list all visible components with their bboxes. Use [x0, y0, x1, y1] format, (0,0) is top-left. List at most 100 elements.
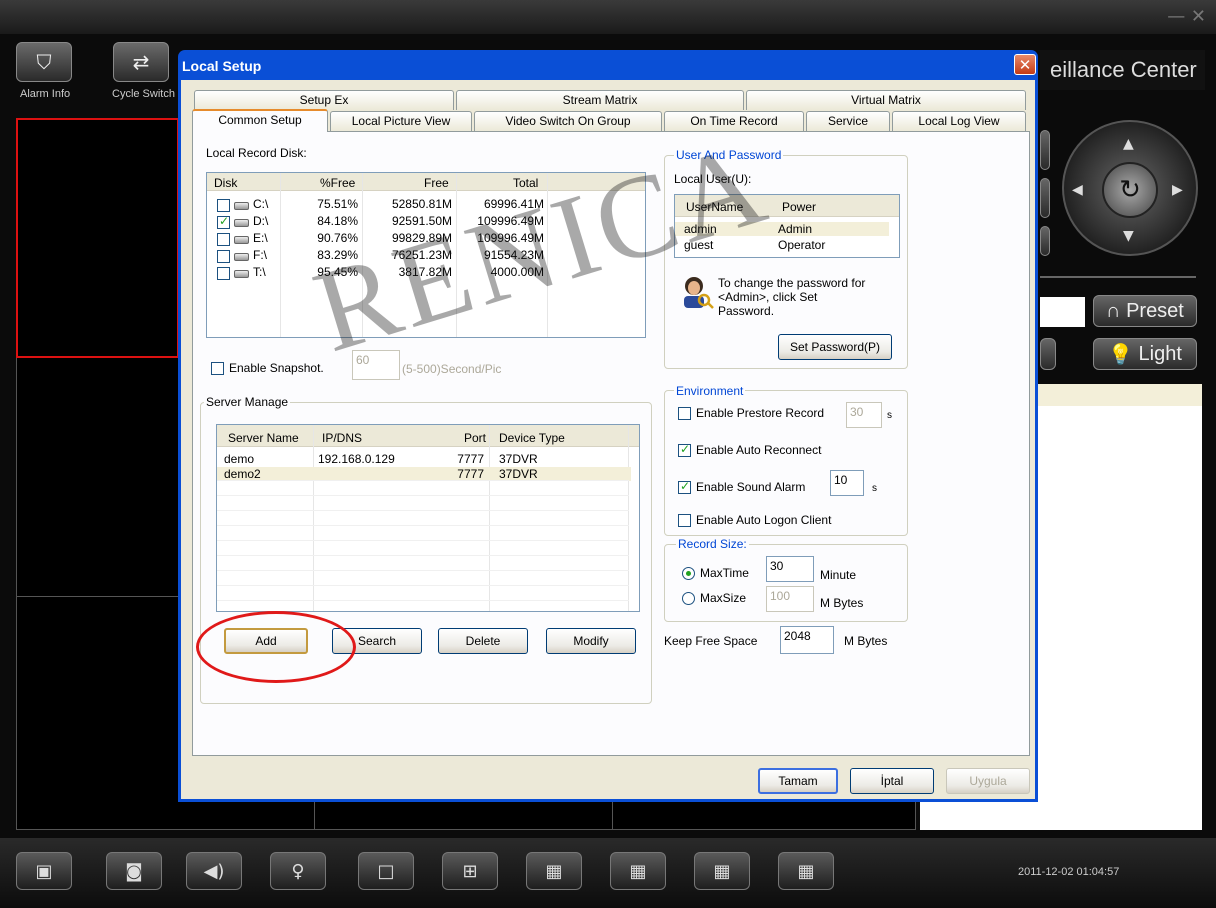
col-server-name[interactable]: Server Name [228, 431, 299, 445]
disk-disk-cell[interactable]: C:\ [253, 197, 268, 211]
disk-disk-cell[interactable]: D:\ [253, 214, 268, 228]
disk-checkbox[interactable] [217, 250, 230, 263]
bulb-icon: 💡 [1108, 343, 1133, 366]
layout-25-icon[interactable]: ▦ [694, 852, 750, 890]
preset-input[interactable] [1040, 297, 1085, 327]
keep-free-input[interactable]: 2048 [780, 626, 834, 654]
sound-alarm-seconds-input[interactable]: 10 [830, 470, 864, 496]
set-password-button[interactable]: Set Password(P) [778, 334, 892, 360]
prestore-unit: s [887, 410, 892, 421]
layout-36-icon[interactable]: ▦ [778, 852, 834, 890]
layout-4-icon[interactable]: ⊞ [442, 852, 498, 890]
ptz-side-button[interactable] [1040, 130, 1050, 170]
local-record-disk-label: Local Record Disk: [206, 146, 307, 160]
camera-icon[interactable]: ◙ [106, 852, 162, 890]
tab-video-switch-on-group[interactable]: Video Switch On Group [474, 111, 662, 131]
maxsize-input[interactable]: 100 [766, 586, 814, 612]
server-name-cell[interactable]: demo2 [224, 467, 261, 481]
tab-local-picture-view[interactable]: Local Picture View [330, 111, 472, 131]
ptz-side-button[interactable] [1040, 178, 1050, 218]
user-power-cell[interactable]: Admin [778, 222, 812, 236]
refresh-icon[interactable]: ↻ [1102, 162, 1158, 218]
drive-icon [234, 219, 249, 227]
grid-line [217, 540, 629, 541]
grid-line [217, 585, 629, 586]
ptz-side-button[interactable] [1040, 226, 1050, 256]
tab-local-log-view[interactable]: Local Log View [892, 111, 1026, 131]
record-icon[interactable]: ▣ [16, 852, 72, 890]
alarm-info-button[interactable]: ⛉ [16, 42, 72, 82]
maxtime-radio[interactable] [682, 567, 695, 580]
auto-reconnect-label: Enable Auto Reconnect [696, 443, 822, 457]
arrow-down-icon[interactable]: ▼ [1123, 228, 1134, 244]
col-divider [313, 425, 314, 611]
arrow-up-icon[interactable]: ▲ [1123, 136, 1134, 152]
tab-setup-ex[interactable]: Setup Ex [194, 90, 454, 110]
prestore-seconds-input[interactable]: 30 [846, 402, 882, 428]
disk-pfree-cell[interactable]: 75.51% [286, 197, 358, 211]
prestore-record-checkbox[interactable] [678, 407, 691, 420]
grid-line [217, 480, 629, 481]
modify-button[interactable]: Modify [546, 628, 636, 654]
server-type-cell[interactable]: 37DVR [499, 452, 538, 466]
arrow-right-icon[interactable]: ▶ [1172, 182, 1183, 198]
server-name-cell[interactable]: demo [224, 452, 254, 466]
disk-disk-cell[interactable]: E:\ [253, 231, 268, 245]
prestore-record-label: Enable Prestore Record [696, 406, 825, 420]
disk-disk-cell[interactable]: F:\ [253, 248, 267, 262]
sound-alarm-label: Enable Sound Alarm [696, 480, 806, 494]
disk-checkbox[interactable] [217, 233, 230, 246]
col-port[interactable]: Port [464, 431, 486, 445]
ptz-side-button[interactable] [1040, 338, 1056, 370]
tab-stream-matrix[interactable]: Stream Matrix [456, 90, 744, 110]
cancel-button[interactable]: İptal [850, 768, 934, 794]
layout-1-icon[interactable]: □ [358, 852, 414, 890]
preset-label: Preset [1126, 299, 1184, 322]
col-free[interactable]: Free [424, 176, 449, 190]
light-button[interactable]: 💡 Light [1093, 338, 1197, 370]
layout-9-icon[interactable]: ▦ [526, 852, 582, 890]
server-ip-cell[interactable]: 192.168.0.129 [318, 452, 395, 466]
drive-icon [234, 253, 249, 261]
tab-service[interactable]: Service [806, 111, 890, 131]
maxtime-label: MaxTime [700, 566, 749, 580]
col-pfree[interactable]: %Free [320, 176, 355, 190]
cycle-switch-button[interactable]: ⇄ [113, 42, 169, 82]
col-device-type[interactable]: Device Type [499, 431, 565, 445]
server-port-cell[interactable]: 7777 [440, 467, 484, 481]
disk-checkbox[interactable] [217, 214, 230, 229]
layout-16-icon[interactable]: ▦ [610, 852, 666, 890]
disk-checkbox[interactable] [217, 267, 230, 280]
col-ip[interactable]: IP/DNS [322, 431, 362, 445]
maxsize-radio[interactable] [682, 592, 695, 605]
tab-virtual-matrix[interactable]: Virtual Matrix [746, 90, 1026, 110]
apply-button[interactable]: Uygula [946, 768, 1030, 794]
close-icon[interactable]: ✕ [1014, 54, 1036, 75]
disk-disk-cell[interactable]: T:\ [253, 265, 266, 279]
auto-logon-checkbox[interactable] [678, 514, 691, 527]
arrow-left-icon[interactable]: ◀ [1072, 182, 1083, 198]
microphone-icon[interactable]: ♀ [270, 852, 326, 890]
auto-reconnect-checkbox[interactable] [678, 442, 691, 457]
col-disk[interactable]: Disk [214, 176, 237, 190]
tab-common-setup[interactable]: Common Setup [192, 109, 328, 132]
grid-line [217, 555, 629, 556]
window-controls[interactable]: — ✕ [1167, 6, 1206, 27]
server-type-cell[interactable]: 37DVR [499, 467, 538, 481]
preset-button[interactable]: ∩ Preset [1093, 295, 1197, 327]
server-list[interactable] [216, 424, 640, 612]
col-power[interactable]: Power [782, 200, 816, 214]
video-cell-selected[interactable] [16, 118, 179, 358]
disk-checkbox[interactable] [217, 199, 230, 212]
server-port-cell[interactable]: 7777 [440, 452, 484, 466]
sound-alarm-checkbox[interactable] [678, 479, 691, 494]
clock: 2011-12-02 01:04:57 [1018, 866, 1120, 878]
ok-button[interactable]: Tamam [758, 768, 838, 794]
user-key-icon [680, 274, 714, 310]
user-power-cell[interactable]: Operator [778, 238, 825, 252]
volume-icon[interactable]: ◀) [186, 852, 242, 890]
enable-snapshot-checkbox[interactable] [211, 362, 224, 375]
disk-pfree-cell[interactable]: 84.18% [286, 214, 358, 228]
delete-button[interactable]: Delete [438, 628, 528, 654]
maxtime-input[interactable]: 30 [766, 556, 814, 582]
